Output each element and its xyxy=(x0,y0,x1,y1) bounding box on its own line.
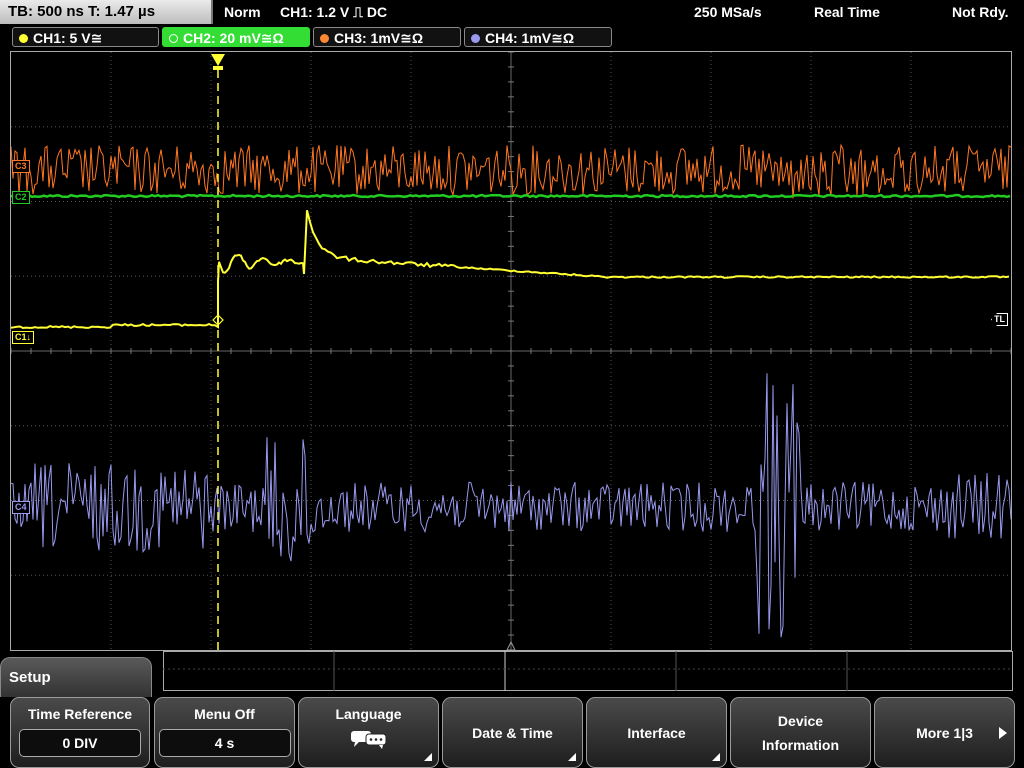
ch2-trace xyxy=(11,193,1011,199)
time-reference-softkey[interactable]: Time Reference 0 DIV xyxy=(10,697,150,768)
channel-tab-ch3[interactable]: CH3: 1mV≅Ω xyxy=(313,27,461,47)
ch3-dot-icon xyxy=(320,34,329,43)
device-information-softkey[interactable]: Device Information xyxy=(730,697,871,768)
ch4-offset-marker[interactable]: C4 xyxy=(12,501,30,514)
ch1-trace xyxy=(11,210,1010,330)
speech-bubbles-icon xyxy=(350,731,386,749)
sample-rate: 250 MSa/s xyxy=(694,4,762,20)
ch2-dot-icon xyxy=(169,34,178,43)
channel-tab-label: CH2: 20 mV≅Ω xyxy=(183,30,284,46)
graticule-grid xyxy=(11,52,1011,650)
submenu-corner-icon xyxy=(568,753,576,761)
timebase-readout[interactable]: TB: 500 ns T: 1.47 µs xyxy=(0,0,213,24)
softkey-label-line2: Information xyxy=(762,736,839,753)
channel-tab-label: CH1: 5 V≅ xyxy=(33,30,103,46)
softkey-label-line1: Device xyxy=(777,712,824,729)
ch2-offset-marker[interactable]: C2 xyxy=(12,191,30,204)
channel-tab-label: CH3: 1mV≅Ω xyxy=(334,30,424,46)
trigger-arrow-stem xyxy=(213,66,223,70)
more-softkey[interactable]: More 1|3 xyxy=(874,697,1015,768)
menu-title-tab: Setup xyxy=(0,657,152,697)
channel-tab-ch2[interactable]: CH2: 20 mV≅Ω xyxy=(162,27,310,47)
ch1-dot-icon xyxy=(19,34,28,43)
softkey-label: Interface xyxy=(627,724,686,741)
acquisition-state: Not Rdy. xyxy=(952,4,1009,20)
channel-tab-ch4[interactable]: CH4: 1mV≅Ω xyxy=(464,27,612,47)
softkey-label: More 1|3 xyxy=(916,724,973,741)
channel-tab-ch1[interactable]: CH1: 5 V≅ xyxy=(12,27,159,47)
trigger-mode: Norm xyxy=(224,4,261,20)
trigger-position-arrow-icon[interactable] xyxy=(211,54,225,66)
softkey-label: Time Reference xyxy=(27,706,132,722)
waveform-canvas xyxy=(11,52,1011,650)
zoom-strip xyxy=(163,651,1013,691)
menu-off-value: 4 s xyxy=(158,729,291,757)
submenu-corner-icon xyxy=(424,753,432,761)
acquisition-mode: Real Time xyxy=(814,4,880,20)
date-time-softkey[interactable]: Date & Time xyxy=(442,697,583,768)
softkey-label: Language xyxy=(335,706,402,722)
softkey-label: Date & Time xyxy=(472,724,553,741)
submenu-corner-icon xyxy=(712,753,720,761)
menu-off-softkey[interactable]: Menu Off 4 s xyxy=(154,697,295,768)
language-softkey[interactable]: Language xyxy=(298,697,439,768)
channel-tab-label: CH4: 1mV≅Ω xyxy=(485,30,575,46)
interface-softkey[interactable]: Interface xyxy=(586,697,727,768)
time-reference-value: 0 DIV xyxy=(19,729,141,757)
trigger-info: CH1: 1.2 V ⎍ DC xyxy=(280,4,388,20)
ch1-offset-marker[interactable]: C1↓ xyxy=(12,331,35,344)
ch4-dot-icon xyxy=(471,34,480,43)
waveform-display[interactable]: C3 C2 C1↓ C4 TL xyxy=(10,51,1012,651)
softkey-label: Menu Off xyxy=(194,706,255,722)
next-page-arrow-icon xyxy=(999,727,1007,739)
ch3-offset-marker[interactable]: C3 xyxy=(12,160,30,173)
